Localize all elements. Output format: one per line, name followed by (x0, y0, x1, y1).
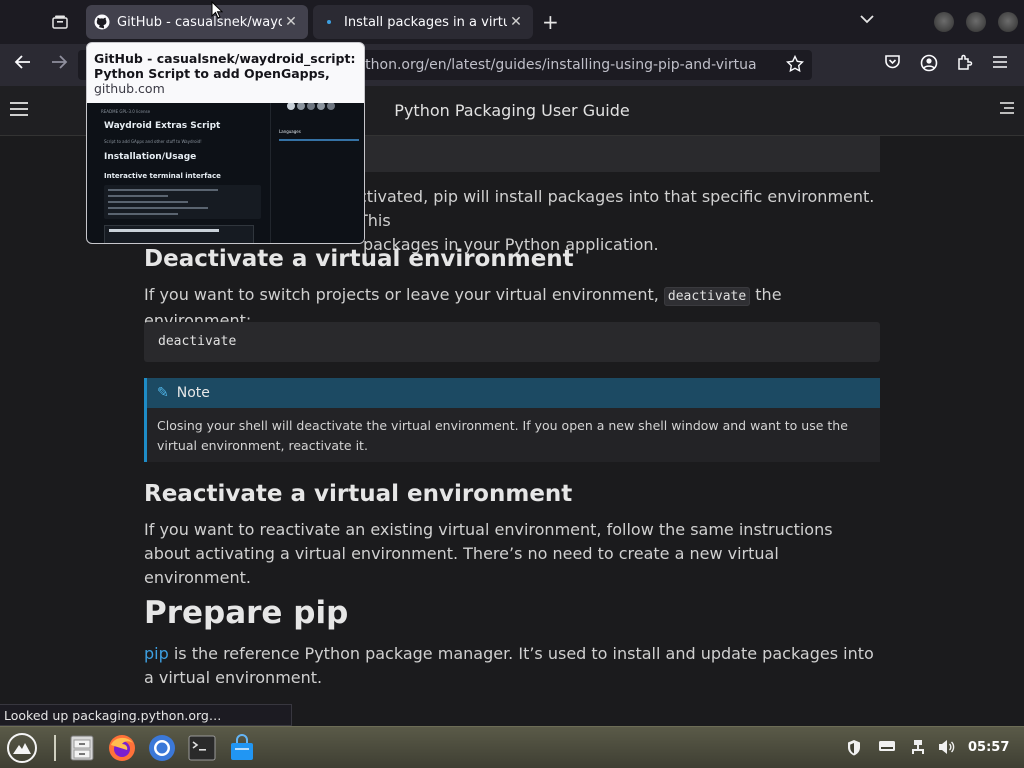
bookmark-star-icon[interactable] (785, 54, 805, 78)
close-window-button[interactable] (998, 12, 1018, 32)
table-of-contents-icon[interactable] (1000, 102, 1014, 116)
tab-title: GitHub - casualsnek/waydroid_ (117, 14, 282, 30)
preview-subtitle: Script to add GApps and other stuff to W… (104, 139, 202, 144)
maximize-window-button[interactable] (966, 12, 986, 32)
reactivate-paragraph: If you want to reactivate an existing vi… (144, 520, 833, 587)
taskbar: 05:57 (0, 726, 1024, 768)
keyboard-icon[interactable] (878, 739, 896, 757)
pip-paragraph: pip is the reference Python package mana… (144, 642, 880, 690)
deactivate-text-before: If you want to switch projects or leave … (144, 285, 664, 304)
list-all-tabs-icon[interactable] (860, 12, 874, 28)
preview-thumbnail: README GPL-3.0 license Waydroid Extras S… (87, 103, 364, 243)
preview-domain: github.com (94, 81, 165, 96)
heading-prepare-pip: Prepare pip (144, 595, 349, 631)
extensions-icon[interactable] (956, 54, 973, 76)
tab-hover-preview: GitHub - casualsnek/waydroid_script: Pyt… (86, 42, 365, 244)
firefox-view-icon (52, 15, 68, 29)
taskbar-separator (54, 735, 56, 761)
intro-line-1: ctivated, pip will install packages into… (358, 187, 875, 230)
status-bar: Looked up packaging.python.org… (0, 704, 292, 726)
pocket-icon[interactable] (884, 54, 901, 75)
note-body: Closing your shell will deactivate the v… (157, 418, 848, 453)
preview-heading: Interactive terminal interface (104, 172, 221, 180)
note-header: ✎ Note (147, 378, 880, 408)
close-tab-icon[interactable]: ✕ (507, 14, 525, 30)
preview-languages-label: Languages (279, 129, 301, 134)
new-tab-icon[interactable]: + (542, 10, 559, 34)
preview-title: GitHub - casualsnek/waydroid_script: Pyt… (94, 51, 356, 81)
close-tab-icon[interactable]: ✕ (282, 14, 300, 30)
volume-icon[interactable] (938, 739, 956, 759)
network-icon[interactable] (910, 739, 926, 759)
preview-section-tabs: README GPL-3.0 license (101, 109, 151, 114)
url-text[interactable]: python.org/en/latest/guides/installing-u… (348, 57, 756, 73)
preview-sidebar: Languages (270, 103, 364, 243)
heading-reactivate: Reactivate a virtual environment (144, 481, 573, 507)
app-menu-icon[interactable] (992, 54, 1008, 74)
note-title: Note (176, 385, 210, 401)
tab-title: Install packages in a virtual e (344, 14, 507, 30)
preview-language-bar (279, 139, 359, 141)
forward-arrow-icon[interactable] (50, 54, 68, 75)
note-admonition: ✎ Note Closing your shell will deactivat… (144, 378, 880, 462)
clock[interactable]: 05:57 (968, 740, 1009, 755)
account-icon[interactable] (920, 54, 938, 77)
pip-link[interactable]: pip (144, 644, 169, 663)
preview-heading: Installation/Usage (104, 152, 197, 162)
terminal-icon[interactable] (186, 732, 218, 764)
firefox-view-button[interactable] (40, 6, 80, 38)
tab-python-packaging[interactable]: Install packages in a virtual e ✕ (313, 5, 533, 39)
chromium-icon[interactable] (146, 732, 178, 764)
back-arrow-icon[interactable] (14, 54, 32, 75)
preview-code-block (104, 185, 261, 219)
tab-strip: GitHub - casualsnek/waydroid_ ✕ Install … (0, 0, 1024, 44)
inline-code: deactivate (663, 287, 751, 306)
pip-text: is the reference Python package manager.… (144, 644, 874, 687)
pencil-icon: ✎ (157, 385, 169, 401)
code-block-deactivate: deactivate (144, 322, 880, 362)
software-store-icon[interactable] (226, 732, 258, 764)
github-icon (94, 14, 110, 30)
preview-heading: Waydroid Extras Script (104, 121, 221, 131)
preview-terminal (104, 225, 254, 243)
files-icon[interactable] (66, 732, 98, 764)
minimize-window-button[interactable] (934, 12, 954, 32)
tab-github[interactable]: GitHub - casualsnek/waydroid_ ✕ (86, 5, 308, 39)
code-line: deactivate (158, 334, 237, 349)
firefox-icon[interactable] (106, 732, 138, 764)
security-shield-icon[interactable] (846, 739, 862, 761)
zorin-menu-icon[interactable] (6, 732, 38, 764)
mouse-cursor-icon (211, 1, 223, 19)
python-icon (321, 14, 337, 30)
heading-deactivate: Deactivate a virtual environment (144, 246, 574, 272)
